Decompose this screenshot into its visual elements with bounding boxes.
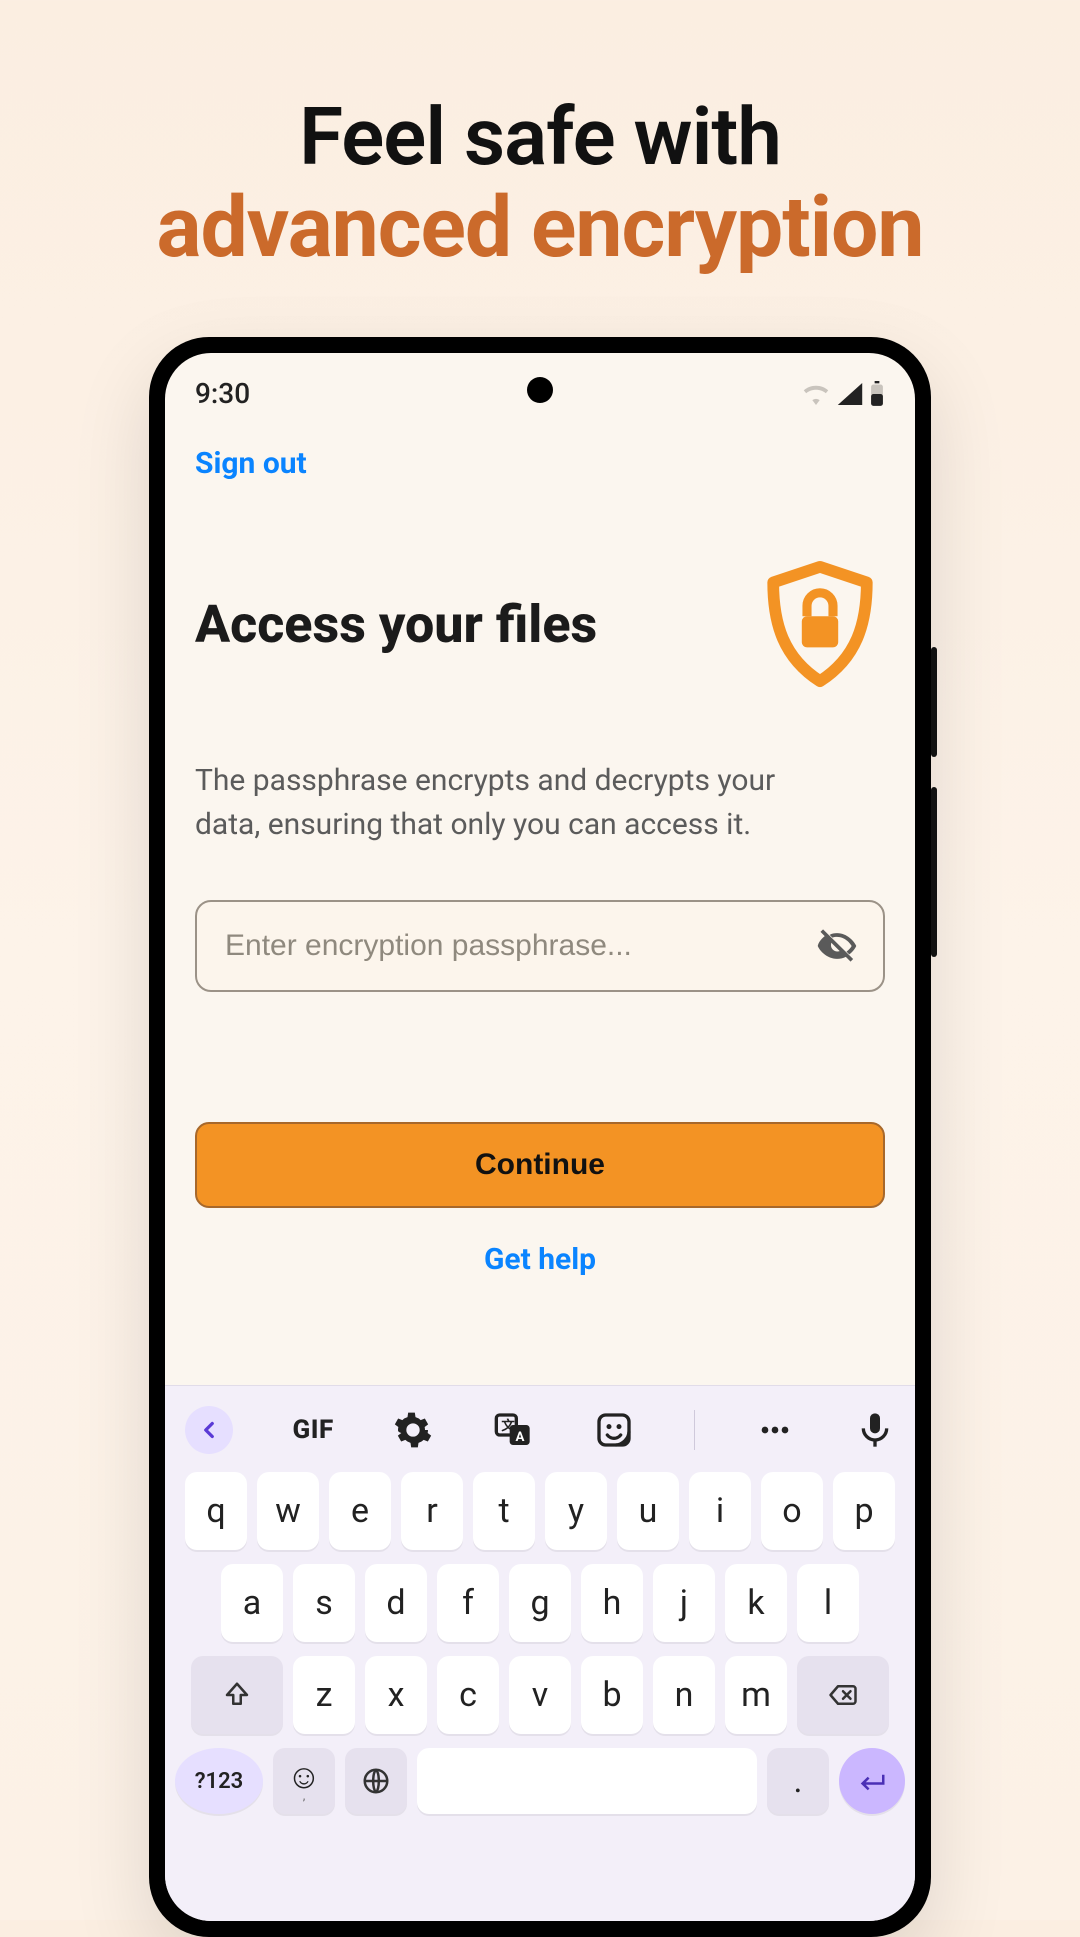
language-key[interactable]: [345, 1748, 407, 1814]
phone-screen: 9:30 Sign out Access your files: [165, 353, 915, 1921]
key-j[interactable]: j: [653, 1564, 715, 1642]
key-e[interactable]: e: [329, 1472, 391, 1550]
passphrase-input[interactable]: [225, 929, 801, 963]
chevron-left-icon[interactable]: [185, 1406, 233, 1454]
key-h[interactable]: h: [581, 1564, 643, 1642]
page-title: Access your files: [195, 594, 597, 655]
sign-out-link[interactable]: Sign out: [195, 446, 307, 481]
signal-icon: [837, 383, 863, 405]
side-button-2: [931, 787, 937, 957]
wifi-icon: [801, 383, 831, 405]
toolbar-separator: [694, 1410, 695, 1450]
key-l[interactable]: l: [797, 1564, 859, 1642]
translate-icon[interactable]: 文A: [493, 1410, 533, 1450]
more-icon[interactable]: [755, 1410, 795, 1450]
symnum-key[interactable]: ?123: [175, 1748, 263, 1814]
mic-icon[interactable]: [855, 1410, 895, 1450]
get-help-link[interactable]: Get help: [195, 1242, 885, 1277]
kb-row-3: z x c v b n m: [175, 1656, 905, 1734]
key-i[interactable]: i: [689, 1472, 751, 1550]
continue-button[interactable]: Continue: [195, 1122, 885, 1208]
enter-key[interactable]: [839, 1748, 905, 1814]
kb-row-4: ?123 ☺, .: [175, 1748, 905, 1814]
key-a[interactable]: a: [221, 1564, 283, 1642]
kb-row-1: q w e r t y u i o p: [175, 1472, 905, 1550]
shift-key[interactable]: [191, 1656, 283, 1734]
soft-keyboard: GIF 文A q: [165, 1385, 915, 1921]
backspace-key[interactable]: [797, 1656, 889, 1734]
keyboard-toolbar: GIF 文A: [175, 1394, 905, 1466]
svg-text:A: A: [516, 1430, 525, 1445]
key-t[interactable]: t: [473, 1472, 535, 1550]
key-f[interactable]: f: [437, 1564, 499, 1642]
key-d[interactable]: d: [365, 1564, 427, 1642]
key-o[interactable]: o: [761, 1472, 823, 1550]
headline-line-2: advanced encryption: [0, 178, 1080, 277]
phone-device-frame: 9:30 Sign out Access your files: [149, 337, 931, 1937]
key-p[interactable]: p: [833, 1472, 895, 1550]
app-content: Sign out Access your files The passphras…: [165, 410, 915, 1277]
key-z[interactable]: z: [293, 1656, 355, 1734]
key-g[interactable]: g: [509, 1564, 571, 1642]
shield-lock-icon: [755, 559, 885, 689]
key-n[interactable]: n: [653, 1656, 715, 1734]
svg-text:文: 文: [502, 1417, 516, 1434]
comma-key[interactable]: ☺,: [273, 1748, 335, 1814]
key-s[interactable]: s: [293, 1564, 355, 1642]
key-x[interactable]: x: [365, 1656, 427, 1734]
gear-icon[interactable]: [393, 1410, 433, 1450]
key-w[interactable]: w: [257, 1472, 319, 1550]
description-text: The passphrase encrypts and decrypts you…: [195, 759, 835, 846]
key-c[interactable]: c: [437, 1656, 499, 1734]
promo-headline: Feel safe with advanced encryption: [0, 0, 1080, 277]
gif-button[interactable]: GIF: [293, 1410, 333, 1450]
headline-line-1: Feel safe with: [0, 90, 1080, 184]
kb-row-2: a s d f g h j k l: [175, 1564, 905, 1642]
front-camera: [527, 377, 553, 403]
status-time: 9:30: [195, 377, 250, 410]
side-button-1: [931, 647, 937, 757]
key-k[interactable]: k: [725, 1564, 787, 1642]
key-v[interactable]: v: [509, 1656, 571, 1734]
battery-icon: [869, 381, 885, 407]
space-key[interactable]: [417, 1748, 757, 1814]
key-r[interactable]: r: [401, 1472, 463, 1550]
key-u[interactable]: u: [617, 1472, 679, 1550]
sticker-icon[interactable]: [594, 1410, 634, 1450]
passphrase-field[interactable]: [195, 900, 885, 992]
key-m[interactable]: m: [725, 1656, 787, 1734]
key-b[interactable]: b: [581, 1656, 643, 1734]
visibility-off-icon[interactable]: [815, 924, 859, 968]
period-key[interactable]: .: [767, 1748, 829, 1814]
key-q[interactable]: q: [185, 1472, 247, 1550]
key-y[interactable]: y: [545, 1472, 607, 1550]
